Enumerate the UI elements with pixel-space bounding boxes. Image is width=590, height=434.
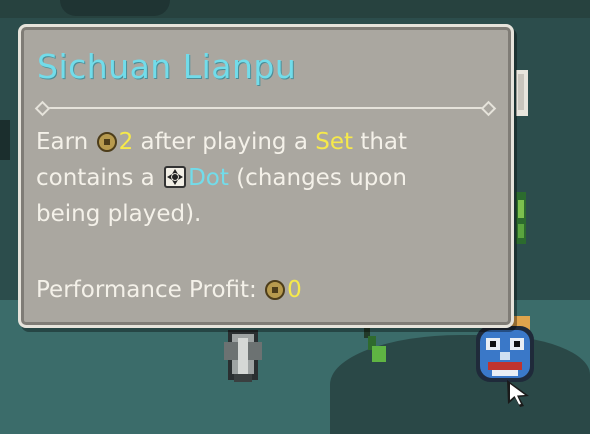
bell-tile-icon[interactable] xyxy=(218,328,268,384)
dot-keyword: Dot xyxy=(188,165,229,191)
profit-value: 0 xyxy=(287,277,302,303)
tooltip-title: Sichuan Lianpu xyxy=(37,47,297,86)
set-keyword: Set xyxy=(315,129,354,155)
tooltip-description: Earn 2 after playing a Set that contains… xyxy=(36,124,476,232)
board-top-shape xyxy=(60,0,170,16)
tile-right-upper[interactable] xyxy=(512,70,530,118)
coin-icon xyxy=(265,280,286,300)
divider-ornament-left xyxy=(34,100,51,117)
mouse-pointer-icon xyxy=(505,378,533,412)
tile-right-middle[interactable] xyxy=(514,192,528,244)
desc-text: Earn xyxy=(36,129,96,155)
green-leaf-tile[interactable] xyxy=(362,326,390,366)
performance-profit: Performance Profit: 0 xyxy=(36,277,302,303)
title-divider xyxy=(41,107,493,109)
tile-tooltip: Sichuan Lianpu Earn 2 after playing a Se… xyxy=(18,24,514,328)
coin-amount: 2 xyxy=(118,129,134,155)
desc-text: after playing a xyxy=(133,129,316,155)
coin-icon xyxy=(96,132,117,152)
divider-ornament-right xyxy=(480,100,497,117)
profit-label: Performance Profit: xyxy=(36,277,265,303)
dot-tile-icon xyxy=(164,166,187,188)
board-edge xyxy=(0,120,10,160)
